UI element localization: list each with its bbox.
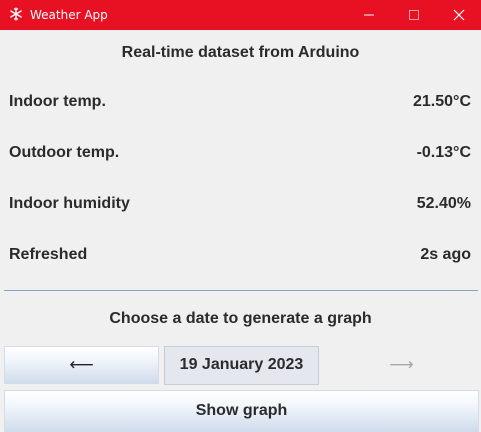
dataset-heading: Real-time dataset from Arduino [121, 44, 360, 61]
left-arrow-icon: ⟵ [69, 355, 94, 375]
window-title: Weather App [30, 8, 108, 22]
indoor-humidity-value: 52.40% [416, 195, 471, 212]
refreshed-label: Refreshed [9, 246, 88, 263]
indoor-temp-label: Indoor temp. [9, 93, 106, 110]
indoor-humidity-label: Indoor humidity [9, 195, 130, 212]
minimize-button[interactable] [346, 0, 392, 30]
minimize-icon [364, 14, 374, 16]
refreshed-value: 2s ago [420, 246, 471, 263]
show-graph-button[interactable]: Show graph [4, 390, 479, 432]
title-bar: Weather App [0, 0, 481, 30]
indoor-temp-value: 21.50°C [413, 93, 471, 110]
snowflake-icon [9, 7, 23, 21]
next-date-button[interactable]: ⟶ [324, 346, 479, 384]
maximize-icon [409, 10, 419, 20]
outdoor-temp-label: Outdoor temp. [9, 144, 120, 161]
close-icon [453, 9, 465, 21]
maximize-button[interactable] [391, 0, 437, 30]
right-arrow-icon: ⟶ [389, 355, 414, 375]
date-display: 19 January 2023 [164, 346, 319, 385]
outdoor-temp-value: -0.13°C [416, 144, 471, 161]
close-button[interactable] [436, 0, 481, 30]
graph-heading: Choose a date to generate a graph [109, 310, 372, 327]
show-graph-label: Show graph [195, 402, 288, 419]
divider [4, 290, 478, 291]
previous-date-button[interactable]: ⟵ [4, 346, 159, 384]
